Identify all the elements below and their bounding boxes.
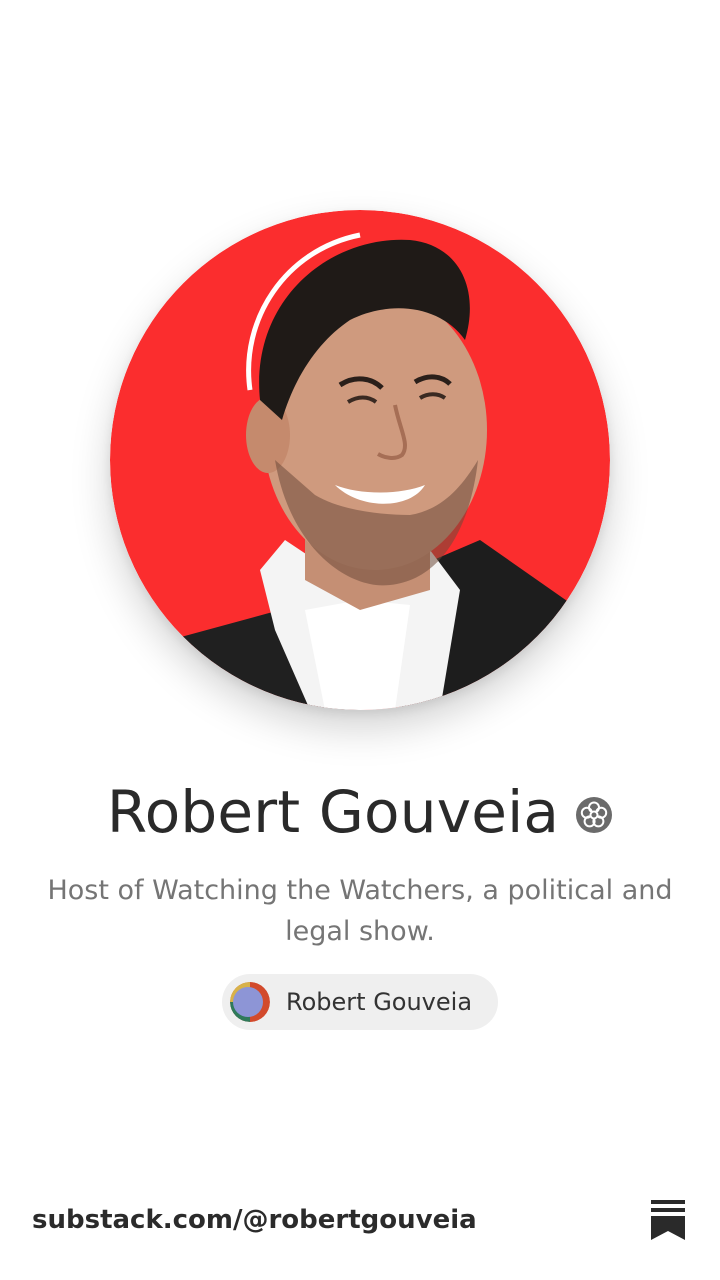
publication-logo-icon [230,982,270,1022]
profile-name-row: Robert Gouveia [0,772,720,852]
substack-bookmark-icon [651,1200,685,1240]
profile-url: substack.com/@robertgouveia [32,1205,477,1235]
profile-bio: Host of Watching the Watchers, a politic… [47,875,673,947]
verified-flower-icon [575,796,613,834]
publication-link-button[interactable]: Robert Gouveia [222,974,498,1030]
publication-label: Robert Gouveia [286,988,473,1016]
profile-avatar [110,210,610,710]
avatar-portrait [110,210,610,710]
profile-name: Robert Gouveia [106,778,560,846]
